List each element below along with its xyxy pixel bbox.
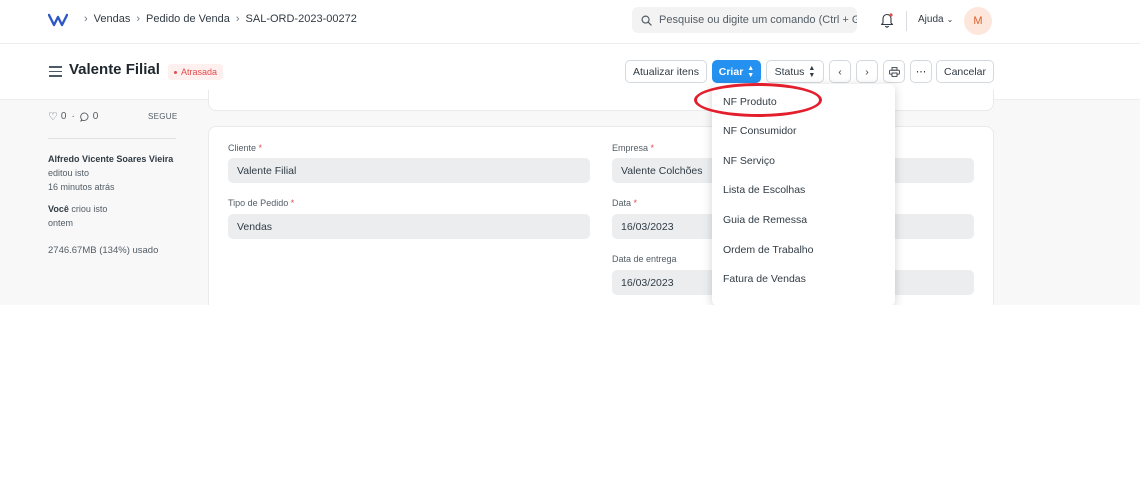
- menu-item-ordem-de-trabalho[interactable]: Ordem de Trabalho: [723, 244, 813, 256]
- status-button[interactable]: Status ▲ ▼: [766, 60, 824, 83]
- menu-item-nf-servico[interactable]: NF Serviço: [723, 155, 775, 167]
- help-label: Ajuda: [918, 14, 944, 25]
- create-button-label: Criar: [718, 65, 744, 78]
- menu-item-nf-produto[interactable]: NF Produto: [723, 96, 777, 108]
- heart-icon[interactable]: ♡: [48, 110, 58, 123]
- avatar[interactable]: M: [964, 7, 992, 35]
- chevron-right-icon: ›: [235, 13, 240, 25]
- chevron-down-icon: ⌄: [946, 15, 954, 24]
- comment-icon[interactable]: [79, 112, 90, 122]
- breadcrumb-pedido-de-venda[interactable]: Pedido de Venda: [146, 13, 230, 25]
- page-title: Valente Filial: [69, 61, 160, 78]
- blank-area: [0, 305, 1140, 481]
- activity-user: Você: [48, 204, 69, 214]
- menu-item-fatura-de-vendas[interactable]: Fatura de Vendas: [723, 273, 806, 285]
- search-input[interactable]: Pesquise ou digite um comando (Ctrl + G: [632, 7, 857, 33]
- status-badge: Atrasada: [168, 64, 224, 80]
- app-logo-icon[interactable]: [48, 12, 68, 28]
- activity-time: 16 minutos atrás: [48, 182, 115, 192]
- like-comment-counts: ♡ 0 · 0: [48, 110, 98, 123]
- activity-action: editou isto: [48, 168, 90, 178]
- search-placeholder: Pesquise ou digite um comando (Ctrl + G: [659, 14, 857, 26]
- tipo-pedido-label: Tipo de Pedido *: [228, 198, 295, 208]
- create-button[interactable]: Criar ▲ ▼: [712, 60, 761, 83]
- status-button-label: Status: [774, 65, 805, 78]
- top-navbar: › Vendas › Pedido de Venda › SAL-ORD-202…: [0, 0, 1140, 44]
- activity-item: Alfredo Vicente Soares Vieira editou ist…: [48, 152, 178, 194]
- next-button[interactable]: ›: [856, 60, 878, 83]
- printer-icon: [888, 66, 900, 77]
- select-arrows-icon: ▲ ▼: [747, 64, 755, 79]
- menu-item-lista-de-escolhas[interactable]: Lista de Escolhas: [723, 184, 805, 196]
- activity-action: criou isto: [71, 204, 108, 214]
- cancel-button[interactable]: Cancelar: [936, 60, 994, 83]
- breadcrumb-document[interactable]: SAL-ORD-2023-00272: [246, 13, 357, 25]
- separator-dot: ·: [71, 111, 75, 122]
- print-button[interactable]: [883, 60, 905, 83]
- notification-bell-icon[interactable]: [880, 12, 894, 28]
- breadcrumb: › Vendas › Pedido de Venda › SAL-ORD-202…: [78, 13, 357, 25]
- comments-count: 0: [92, 111, 99, 122]
- menu-item-nf-consumidor[interactable]: NF Consumidor: [723, 125, 797, 137]
- activity-user[interactable]: Alfredo Vicente Soares Vieira: [48, 154, 173, 164]
- cliente-label: Cliente *: [228, 143, 263, 153]
- breadcrumb-vendas[interactable]: Vendas: [94, 13, 131, 25]
- navbar-divider: [906, 11, 907, 31]
- update-items-button[interactable]: Atualizar itens: [625, 60, 707, 83]
- select-arrows-icon: ▲ ▼: [808, 64, 816, 79]
- likes-count: 0: [60, 111, 67, 122]
- search-icon: [641, 15, 652, 26]
- status-dot-icon: [174, 70, 177, 74]
- tipo-pedido-field[interactable]: Vendas: [228, 214, 590, 239]
- status-badge-label: Atrasada: [181, 67, 218, 77]
- storage-usage: 2746.67MB (134%) usado: [48, 245, 159, 256]
- chevron-right-icon: ›: [84, 13, 88, 25]
- sidebar-toggle-icon[interactable]: [49, 66, 62, 80]
- follow-link[interactable]: SEGUE: [148, 112, 178, 121]
- data-entrega-label: Data de entrega: [612, 254, 677, 264]
- sidebar-divider: [48, 138, 176, 139]
- activity-item: Você criou isto ontem: [48, 202, 178, 230]
- chevron-right-icon: ›: [136, 13, 141, 25]
- help-dropdown[interactable]: Ajuda ⌄: [918, 14, 953, 25]
- empresa-label: Empresa *: [612, 143, 655, 153]
- activity-time: ontem: [48, 218, 74, 228]
- create-dropdown-menu: NF Produto NF Consumidor NF Serviço List…: [712, 84, 895, 306]
- menu-item-guia-de-remessa[interactable]: Guia de Remessa: [723, 214, 807, 226]
- more-actions-button[interactable]: ⋯: [910, 60, 932, 83]
- previous-button[interactable]: ‹: [829, 60, 851, 83]
- chevron-left-icon: ‹: [838, 65, 842, 78]
- data-label: Data *: [612, 198, 638, 208]
- chevron-right-icon: ›: [865, 65, 869, 78]
- cliente-field[interactable]: Valente Filial: [228, 158, 590, 183]
